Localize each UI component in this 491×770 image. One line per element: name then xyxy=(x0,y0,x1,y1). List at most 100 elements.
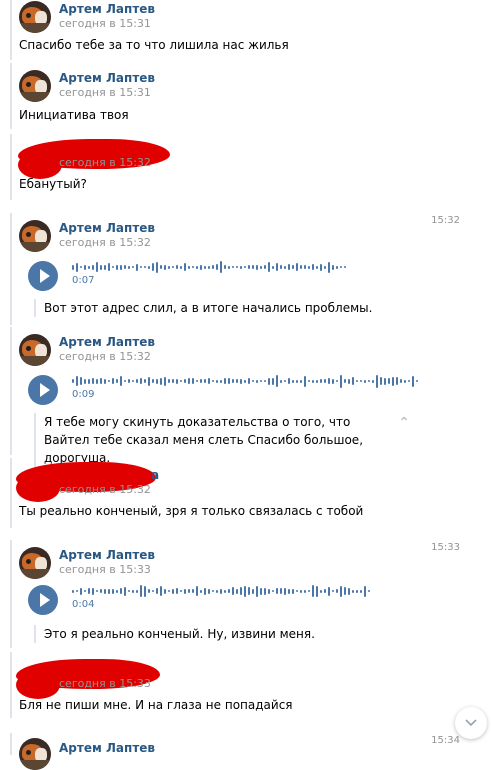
waveform-bar xyxy=(188,589,190,593)
waveform-bar xyxy=(264,265,266,269)
waveform-bar xyxy=(212,380,214,382)
waveform-bar xyxy=(192,589,194,593)
voice-waveform[interactable] xyxy=(72,373,420,389)
waveform-bar xyxy=(180,590,182,592)
waveform-bar xyxy=(148,589,150,593)
waveform-bar xyxy=(368,380,370,382)
waveform-bar xyxy=(292,589,294,594)
message-7: Артем Лаптев сегодня в 15:33 15:33 0:04 … xyxy=(10,540,491,648)
waveform-bar xyxy=(164,265,166,270)
waveform-bar xyxy=(128,266,130,269)
waveform-bar xyxy=(220,261,222,273)
author-name[interactable]: Артем Лаптев xyxy=(59,548,155,562)
waveform-bar xyxy=(304,376,306,387)
message-time[interactable]: сегодня в 15:33 xyxy=(59,677,151,690)
waveform-bar xyxy=(336,589,338,593)
waveform-bar xyxy=(124,587,126,596)
play-button[interactable] xyxy=(28,585,58,615)
message-timestamp: 15:34 xyxy=(431,735,460,746)
waveform-bar xyxy=(300,265,302,269)
waveform-bar xyxy=(196,380,198,382)
message-time[interactable]: сегодня в 15:31 xyxy=(59,17,151,30)
waveform-bar xyxy=(76,590,78,592)
author-name[interactable]: Артем Лаптев xyxy=(59,741,155,755)
waveform-bar xyxy=(96,590,98,592)
waveform-bar xyxy=(156,588,158,594)
message-time[interactable]: сегодня в 15:31 xyxy=(59,86,151,99)
waveform-bar xyxy=(304,265,306,269)
waveform-bar xyxy=(128,379,130,383)
avatar[interactable] xyxy=(19,70,51,102)
waveform-bar xyxy=(380,377,382,385)
waveform-bar xyxy=(176,588,178,594)
avatar[interactable] xyxy=(19,738,51,770)
waveform-bar xyxy=(132,266,134,268)
waveform-bar xyxy=(84,590,86,592)
waveform-bar xyxy=(212,590,214,592)
waveform-bar xyxy=(312,585,314,597)
waveform-bar xyxy=(276,263,278,271)
voice-duration: 0:09 xyxy=(72,389,95,400)
waveform-bar xyxy=(112,589,114,594)
waveform-bar xyxy=(248,587,250,595)
message-9: Артем Лаптев 15:34 xyxy=(10,733,491,770)
waveform-bar xyxy=(252,380,254,382)
waveform-bar xyxy=(356,380,358,382)
avatar[interactable] xyxy=(19,1,51,33)
author-name[interactable]: Артем Лаптев xyxy=(59,71,155,85)
waveform-bar xyxy=(112,378,114,384)
avatar[interactable] xyxy=(19,334,51,366)
chevron-up-icon[interactable]: ⌃ xyxy=(398,415,410,431)
waveform-bar xyxy=(188,266,190,269)
waveform-bar xyxy=(220,380,222,383)
waveform-bar xyxy=(392,377,394,386)
play-button[interactable] xyxy=(28,261,58,291)
scroll-down-button[interactable] xyxy=(455,707,487,739)
waveform-bar xyxy=(72,590,74,593)
waveform-bar xyxy=(236,589,238,594)
waveform-bar xyxy=(364,586,366,597)
waveform-bar xyxy=(132,380,134,382)
waveform-bar xyxy=(404,380,406,383)
waveform-bar xyxy=(108,380,110,382)
message-time[interactable]: сегодня в 15:32 xyxy=(59,483,151,496)
play-button[interactable] xyxy=(28,375,58,405)
message-time[interactable]: сегодня в 15:32 xyxy=(59,236,151,249)
waveform-bar xyxy=(116,379,118,383)
avatar[interactable] xyxy=(19,547,51,579)
waveform-bar xyxy=(184,379,186,383)
message-text: Ебанутый? xyxy=(19,177,87,191)
waveform-bar xyxy=(84,379,86,384)
waveform-bar xyxy=(76,263,78,272)
waveform-bar xyxy=(100,589,102,593)
message-time[interactable]: сегодня в 15:32 xyxy=(59,156,151,169)
message-time[interactable]: сегодня в 15:33 xyxy=(59,563,151,576)
waveform-bar xyxy=(92,588,94,595)
waveform-bar xyxy=(172,589,174,594)
waveform-bar xyxy=(152,263,154,271)
waveform-bar xyxy=(204,266,206,269)
message-time[interactable]: сегодня в 15:32 xyxy=(59,350,151,363)
waveform-bar xyxy=(176,265,178,269)
waveform-bar xyxy=(184,589,186,594)
waveform-bar xyxy=(324,266,326,269)
waveform-bar xyxy=(96,379,98,384)
waveform-bar xyxy=(224,378,226,384)
waveform-bar xyxy=(152,379,154,383)
author-name[interactable]: Артем Лаптев xyxy=(59,2,155,16)
message-bar xyxy=(10,213,12,325)
voice-waveform[interactable] xyxy=(72,259,347,275)
waveform-bar xyxy=(100,265,102,270)
waveform-bar xyxy=(192,266,194,268)
avatar[interactable] xyxy=(19,220,51,252)
voice-waveform[interactable] xyxy=(72,583,370,599)
waveform-bar xyxy=(320,590,322,593)
waveform-bar xyxy=(124,265,126,269)
author-name[interactable]: а xyxy=(151,468,159,482)
author-name[interactable]: Артем Лаптев xyxy=(59,221,155,235)
author-name[interactable]: Артем Лаптев xyxy=(59,335,155,349)
waveform-bar xyxy=(228,589,230,593)
waveform-bar xyxy=(336,266,338,269)
waveform-bar xyxy=(204,379,206,383)
waveform-bar xyxy=(356,590,358,593)
